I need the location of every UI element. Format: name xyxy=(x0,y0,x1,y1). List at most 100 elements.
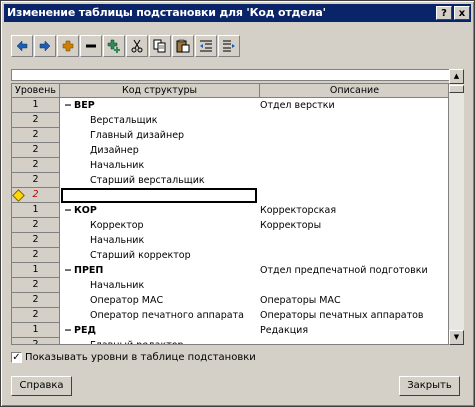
description-cell[interactable] xyxy=(260,143,448,158)
description-cell[interactable]: Отдел верстки xyxy=(260,98,448,113)
table-row[interactable]: 2 Старший корректор xyxy=(12,248,448,263)
close-button[interactable]: Закрыть xyxy=(399,376,460,396)
code-text: Оператор печатного аппарата xyxy=(90,310,244,321)
level-cell[interactable]: 2 xyxy=(12,278,60,293)
code-cell[interactable]: − КОР xyxy=(60,203,258,218)
description-cell[interactable] xyxy=(260,158,448,173)
collapse-icon[interactable]: − xyxy=(64,203,72,218)
level-cell[interactable]: 2 xyxy=(12,293,60,308)
paste-button[interactable] xyxy=(172,35,194,57)
level-cell[interactable]: 2 xyxy=(12,188,60,203)
table-row[interactable]: 2 Начальник xyxy=(12,233,448,248)
outdent-button[interactable] xyxy=(195,35,217,57)
table-row[interactable]: 2 Начальник xyxy=(12,158,448,173)
code-text: Старший верстальщик xyxy=(90,175,205,186)
level-cell[interactable]: 1 xyxy=(12,263,60,278)
header-level[interactable]: Уровень xyxy=(12,84,60,98)
indent-button[interactable] xyxy=(218,35,240,57)
code-cell[interactable]: Старший корректор xyxy=(60,248,258,263)
table-row[interactable]: 1− ВЕР Отдел верстки xyxy=(12,98,448,113)
description-cell[interactable]: Корректорская xyxy=(260,203,448,218)
scroll-up-button[interactable]: ▲ xyxy=(449,69,464,84)
level-cell[interactable]: 1 xyxy=(12,203,60,218)
code-cell[interactable]: Корректор xyxy=(60,218,258,233)
level-cell[interactable]: 2 xyxy=(12,113,60,128)
table-row[interactable]: 1− ПРЕП Отдел предпечатной подготовки xyxy=(12,263,448,278)
table-row[interactable]: 2 Корректор Корректоры xyxy=(12,218,448,233)
level-cell[interactable]: 2 xyxy=(12,248,60,263)
level-cell[interactable]: 2 xyxy=(12,338,60,345)
close-title-button[interactable]: x xyxy=(454,6,470,20)
description-cell[interactable] xyxy=(260,338,448,344)
code-cell[interactable]: − ПРЕП xyxy=(60,263,258,278)
delete-row-button[interactable] xyxy=(80,35,102,57)
collapse-icon[interactable]: − xyxy=(64,98,72,113)
code-cell[interactable]: Начальник xyxy=(60,278,258,293)
code-cell[interactable]: − ВЕР xyxy=(60,98,258,113)
collapse-icon[interactable]: − xyxy=(64,323,72,338)
table-row[interactable]: 2 Оператор печатного аппарата Операторы пе… xyxy=(12,308,448,323)
table-row[interactable]: 2 Верстальщик xyxy=(12,113,448,128)
code-cell[interactable]: − РЕД xyxy=(60,323,258,338)
collapse-icon[interactable]: − xyxy=(64,263,72,278)
code-cell[interactable]: Верстальщик xyxy=(60,113,258,128)
description-cell[interactable]: Операторы печатных аппаратов xyxy=(260,308,448,323)
code-cell[interactable]: Начальник xyxy=(60,158,258,173)
description-cell[interactable] xyxy=(260,248,448,263)
level-cell[interactable]: 2 xyxy=(12,233,60,248)
table-row[interactable]: 2 Старший верстальщик xyxy=(12,173,448,188)
header-description[interactable]: Описание xyxy=(260,84,448,98)
table-row[interactable]: 2 Главный редактор xyxy=(12,338,448,345)
description-cell[interactable] xyxy=(260,278,448,293)
show-levels-checkbox[interactable]: ✓ xyxy=(11,352,22,363)
code-cell[interactable]: Оператор МАС xyxy=(60,293,258,308)
level-cell[interactable]: 2 xyxy=(12,308,60,323)
header-code[interactable]: Код структуры xyxy=(60,84,260,98)
table-row[interactable]: 2 Главный дизайнер xyxy=(12,128,448,143)
description-cell[interactable]: Операторы МАС xyxy=(260,293,448,308)
level-cell[interactable]: 2 xyxy=(12,158,60,173)
level-cell[interactable]: 1 xyxy=(12,323,60,338)
table-row[interactable]: 2 Дизайнер xyxy=(12,143,448,158)
level-cell[interactable]: 2 xyxy=(12,143,60,158)
description-cell[interactable]: Отдел предпечатной подготовки xyxy=(260,263,448,278)
description-cell[interactable] xyxy=(260,188,448,203)
add-child-button[interactable] xyxy=(103,35,125,57)
level-cell[interactable]: 2 xyxy=(12,218,60,233)
description-cell[interactable] xyxy=(260,113,448,128)
help-title-button[interactable]: ? xyxy=(436,6,452,20)
cell-edit-line[interactable] xyxy=(11,69,463,81)
show-levels-option[interactable]: ✓ Показывать уровни в таблице подстановк… xyxy=(11,351,311,365)
table-row[interactable]: 1− КОР Корректорская xyxy=(12,203,448,218)
copy-button[interactable] xyxy=(149,35,171,57)
level-cell[interactable]: 2 xyxy=(12,173,60,188)
table-row[interactable]: 2 Оператор МАС Операторы МАС xyxy=(12,293,448,308)
scroll-down-button[interactable]: ▼ xyxy=(449,330,464,345)
scroll-thumb[interactable] xyxy=(449,85,464,93)
move-left-button[interactable] xyxy=(11,35,33,57)
code-cell[interactable]: Старший верстальщик xyxy=(60,173,258,188)
table-row[interactable]: 2 Начальник xyxy=(12,278,448,293)
description-cell[interactable]: Корректоры xyxy=(260,218,448,233)
cut-button[interactable] xyxy=(126,35,148,57)
description-cell[interactable]: Редакция xyxy=(260,323,448,338)
code-cell[interactable]: Дизайнер xyxy=(60,143,258,158)
description-cell[interactable] xyxy=(260,128,448,143)
code-cell[interactable]: Оператор печатного аппарата xyxy=(60,308,258,323)
code-cell[interactable]: Главный редактор xyxy=(60,338,258,344)
window-title: Изменение таблицы подстановки для 'Код о… xyxy=(7,6,326,19)
code-edit-field[interactable] xyxy=(61,188,257,203)
description-cell[interactable] xyxy=(260,173,448,188)
description-cell[interactable] xyxy=(260,233,448,248)
level-value: 2 xyxy=(32,339,39,345)
help-button[interactable]: Справка xyxy=(11,376,72,396)
vertical-scrollbar[interactable]: ▲ ▼ xyxy=(449,69,464,345)
code-cell[interactable]: Главный дизайнер xyxy=(60,128,258,143)
table-row-editing[interactable]: 2 xyxy=(12,188,448,203)
table-row[interactable]: 1− РЕД Редакция xyxy=(12,323,448,338)
move-right-button[interactable] xyxy=(34,35,56,57)
level-cell[interactable]: 1 xyxy=(12,98,60,113)
code-cell[interactable]: Начальник xyxy=(60,233,258,248)
add-row-button[interactable] xyxy=(57,35,79,57)
level-cell[interactable]: 2 xyxy=(12,128,60,143)
